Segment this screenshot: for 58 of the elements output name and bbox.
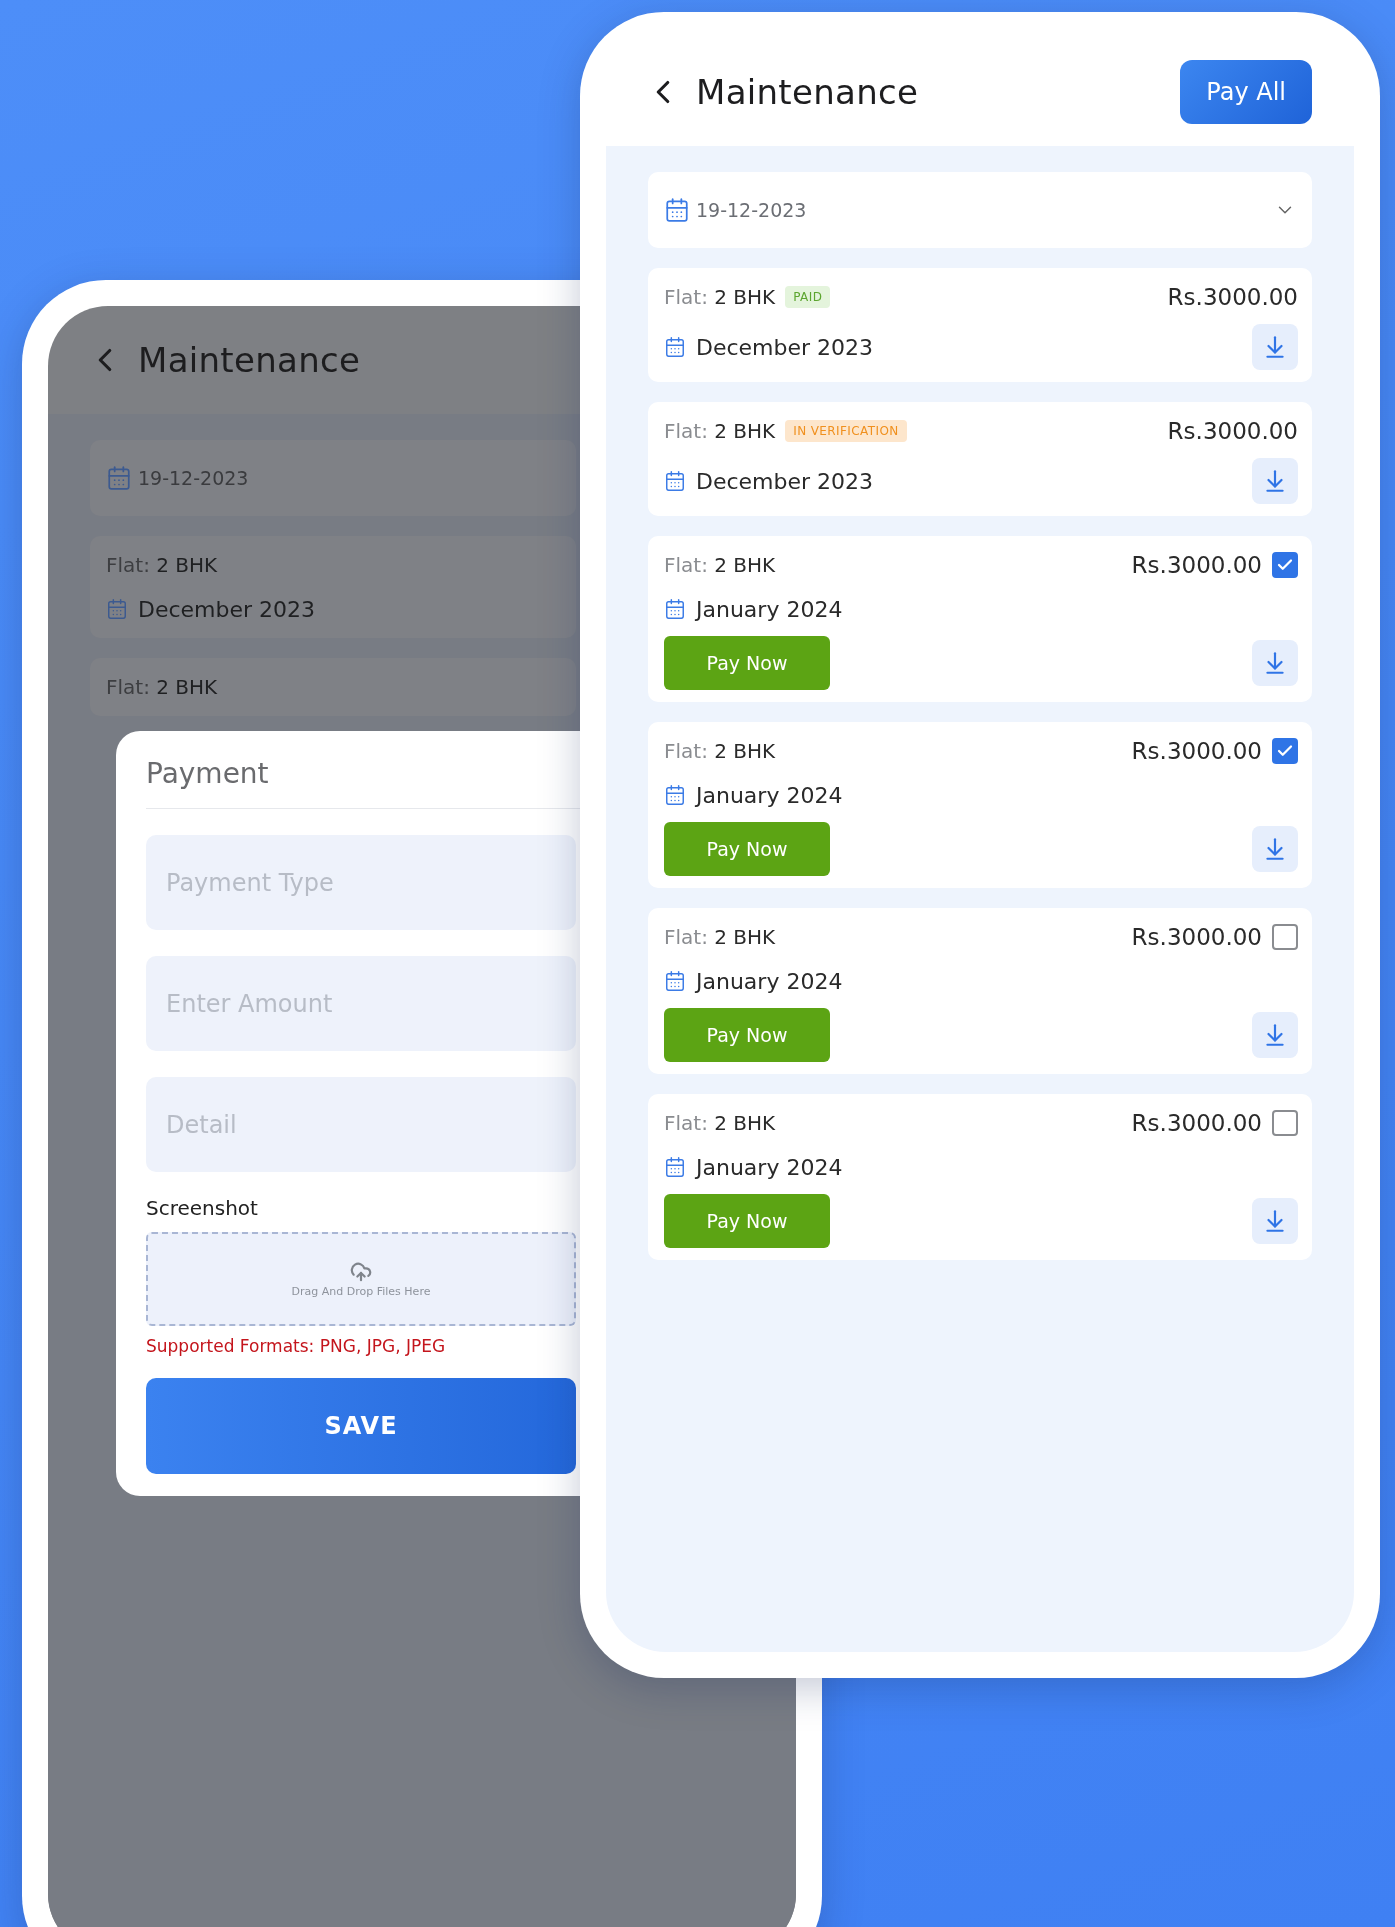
flat-label: Flat: 2 BHK	[106, 553, 218, 577]
calendar-icon	[106, 598, 128, 620]
download-button[interactable]	[1252, 640, 1298, 686]
calendar-icon	[664, 197, 690, 223]
calendar-icon	[664, 784, 686, 806]
download-button[interactable]	[1252, 826, 1298, 872]
drop-hint: Drag And Drop Files Here	[291, 1284, 431, 1298]
amount: Rs.3000.00	[1131, 1110, 1262, 1136]
amount: Rs.3000.00	[1131, 552, 1262, 578]
amount: Rs.3000.00	[1131, 738, 1262, 764]
flat-label: Flat: 2 BHK	[664, 285, 776, 309]
flat-label: Flat: 2 BHK	[664, 1111, 776, 1135]
status-badge: IN VERIFICATION	[785, 420, 907, 442]
month: January 2024	[696, 596, 843, 622]
checkbox[interactable]	[1272, 738, 1298, 764]
date-value: 19-12-2023	[138, 467, 249, 489]
status-badge: PAID	[785, 286, 831, 308]
calendar-icon	[664, 598, 686, 620]
date-value: 19-12-2023	[696, 199, 807, 221]
amount: Rs.3000.00	[1167, 418, 1298, 444]
calendar-icon	[664, 336, 686, 358]
month: December 2023	[696, 468, 874, 494]
calendar-icon	[664, 970, 686, 992]
download-button[interactable]	[1252, 458, 1298, 504]
flat-label: Flat: 2 BHK	[106, 675, 218, 699]
flat-label: Flat: 2 BHK	[664, 419, 776, 443]
pay-now-button[interactable]: Pay Now	[664, 1194, 830, 1248]
checkbox[interactable]	[1272, 924, 1298, 950]
save-button[interactable]: SAVE	[146, 1378, 576, 1474]
checkbox[interactable]	[1272, 1110, 1298, 1136]
pay-now-button[interactable]: Pay Now	[664, 1008, 830, 1062]
download-button[interactable]	[1252, 1198, 1298, 1244]
month: January 2024	[696, 782, 843, 808]
calendar-icon	[664, 1156, 686, 1178]
amount: Rs.3000.00	[1167, 284, 1298, 310]
pay-all-button[interactable]: Pay All	[1180, 60, 1312, 124]
upload-label: Screenshot	[146, 1196, 259, 1220]
checkbox[interactable]	[1272, 552, 1298, 578]
screen-title: Maintenance	[696, 72, 919, 112]
calendar-icon	[106, 465, 132, 491]
drop-zone[interactable]: Drag And Drop Files Here	[146, 1232, 576, 1326]
screen-title: Maintenance	[138, 340, 361, 380]
month: December 2023	[696, 334, 874, 360]
flat-label: Flat: 2 BHK	[664, 925, 776, 949]
date-dropdown[interactable]: 19-12-2023	[90, 440, 576, 516]
upload-icon	[350, 1260, 372, 1283]
download-button[interactable]	[1252, 1012, 1298, 1058]
pay-now-button[interactable]: Pay Now	[664, 636, 830, 690]
flat-label: Flat: 2 BHK	[664, 553, 776, 577]
month: December 2023	[138, 596, 316, 622]
month: January 2024	[696, 1154, 843, 1180]
amount: Rs.3000.00	[1131, 924, 1262, 950]
pay-now-button[interactable]: Pay Now	[664, 822, 830, 876]
calendar-icon	[664, 470, 686, 492]
date-dropdown[interactable]: 19-12-2023	[648, 172, 1312, 248]
month: January 2024	[696, 968, 843, 994]
formats-note: Supported Formats: PNG, JPG, JPEG	[146, 1336, 447, 1356]
download-button[interactable]	[1252, 324, 1298, 370]
